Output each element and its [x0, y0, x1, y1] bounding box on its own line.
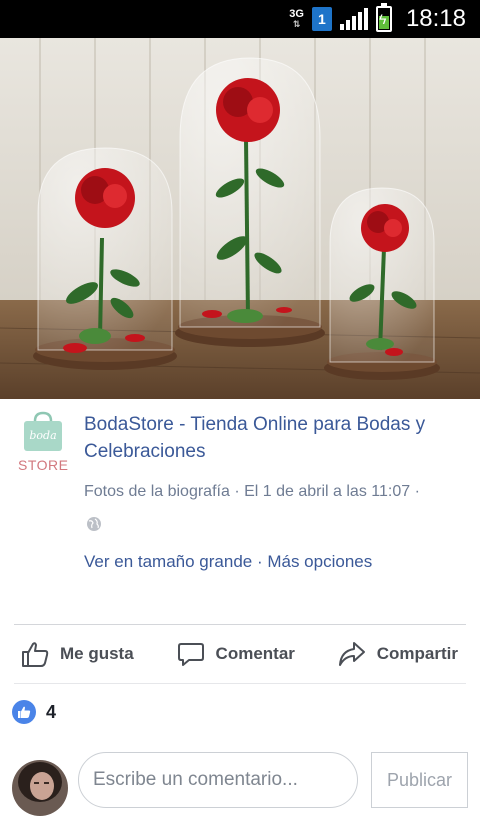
status-bar: 3G ⇅ 1 ϟ 18:18: [0, 0, 480, 38]
like-button[interactable]: Me gusta: [20, 639, 134, 669]
rose-in-glass-dome-image: [0, 38, 480, 399]
user-avatar-image: [12, 760, 68, 816]
post-action-bar: Me gusta Comentar Compartir: [14, 624, 466, 684]
comment-button[interactable]: Comentar: [176, 639, 295, 669]
post-photo[interactable]: [0, 38, 480, 399]
logo-text-bottom: STORE: [18, 457, 69, 473]
comment-composer: Escribe un comentario... Publicar: [0, 748, 480, 816]
share-label: Compartir: [376, 644, 458, 663]
comment-bubble-icon: [177, 643, 204, 666]
reaction-summary[interactable]: 4: [12, 700, 56, 724]
data-arrows-icon: ⇅: [292, 19, 301, 29]
thumbs-up-icon: [22, 642, 49, 667]
like-label: Me gusta: [60, 644, 134, 663]
page-logo[interactable]: boda STORE: [18, 411, 68, 473]
share-button[interactable]: Compartir: [337, 639, 458, 669]
comment-label: Comentar: [215, 644, 295, 663]
post-meta[interactable]: Fotos de la biografía · El 1 de abril a …: [84, 481, 468, 503]
comment-placeholder: Escribe un comentario...: [93, 769, 298, 790]
battery-charging-icon: ϟ: [375, 3, 392, 32]
share-arrow-icon: [338, 642, 365, 666]
avatar[interactable]: [12, 760, 68, 816]
post-header: boda STORE BodaStore - Tienda Online par…: [0, 399, 480, 624]
clock: 18:18: [405, 5, 466, 32]
globe-icon: [87, 517, 101, 531]
signal-icon: [339, 8, 368, 30]
page-name-link[interactable]: BodaStore - Tienda Online para Bodas y C…: [84, 411, 468, 465]
like-count: 4: [46, 701, 57, 722]
sim-slot-badge: 1: [311, 7, 332, 31]
photo-options-link[interactable]: Ver en tamaño grande · Más opciones: [84, 552, 372, 572]
network-indicator: 3G ⇅: [289, 9, 304, 30]
logo-text-top: boda: [29, 429, 57, 442]
like-reaction-icon: [12, 700, 36, 724]
